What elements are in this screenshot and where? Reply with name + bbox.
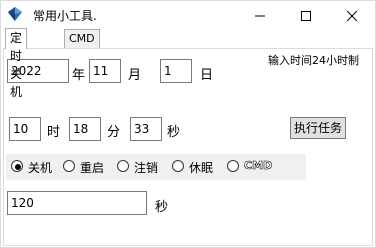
action-radio-group: 关机 重启 注销 休眠 CMD bbox=[6, 154, 306, 180]
minimize-button[interactable] bbox=[237, 1, 283, 29]
minute-input[interactable]: 18 bbox=[69, 117, 101, 141]
hour-label: 时 bbox=[47, 125, 61, 140]
radio-label: 休眠 bbox=[189, 161, 214, 175]
year-label: 年 bbox=[72, 68, 86, 83]
radio-circle bbox=[227, 160, 239, 172]
app-gem-icon bbox=[8, 7, 22, 21]
radio-label: 注销 bbox=[134, 161, 159, 175]
day-label: 日 bbox=[200, 68, 214, 83]
window-title: 常用小工具. bbox=[33, 9, 97, 23]
hour-input[interactable]: 10 bbox=[9, 117, 41, 141]
radio-label: CMD bbox=[244, 159, 273, 173]
radio-circle bbox=[117, 160, 129, 172]
tab-shutdown-timer[interactable]: 定时关机 bbox=[5, 28, 28, 99]
day-input[interactable]: 1 bbox=[160, 59, 192, 83]
maximize-button[interactable] bbox=[283, 1, 329, 29]
tab-cmd[interactable]: CMD指令 bbox=[64, 29, 100, 63]
month-input[interactable]: 11 bbox=[89, 59, 121, 83]
minute-label: 分 bbox=[107, 125, 121, 140]
countdown-input[interactable]: 120 bbox=[7, 191, 147, 215]
minimize-icon bbox=[255, 15, 265, 17]
radio-selected-dot bbox=[15, 164, 21, 170]
app-window: 常用小工具. 定时关机 CMD指令 输入时间24小时制 2022 年 11 月 … bbox=[0, 0, 376, 248]
radio-label: 重启 bbox=[80, 161, 105, 175]
close-button[interactable] bbox=[329, 1, 375, 29]
radio-label: 关机 bbox=[28, 161, 53, 175]
countdown-unit-label: 秒 bbox=[155, 200, 169, 215]
title-bar[interactable]: 常用小工具. bbox=[1, 1, 375, 29]
second-input[interactable]: 33 bbox=[130, 117, 162, 141]
maximize-icon bbox=[301, 11, 311, 21]
execute-task-button[interactable]: 执行任务 bbox=[290, 117, 346, 139]
month-label: 月 bbox=[128, 68, 142, 83]
close-icon bbox=[346, 10, 358, 22]
radio-circle bbox=[172, 160, 184, 172]
radio-circle bbox=[63, 160, 75, 172]
radio-circle bbox=[11, 160, 23, 172]
second-label: 秒 bbox=[167, 125, 181, 140]
time-format-hint: 输入时间24小时制 bbox=[268, 54, 359, 67]
